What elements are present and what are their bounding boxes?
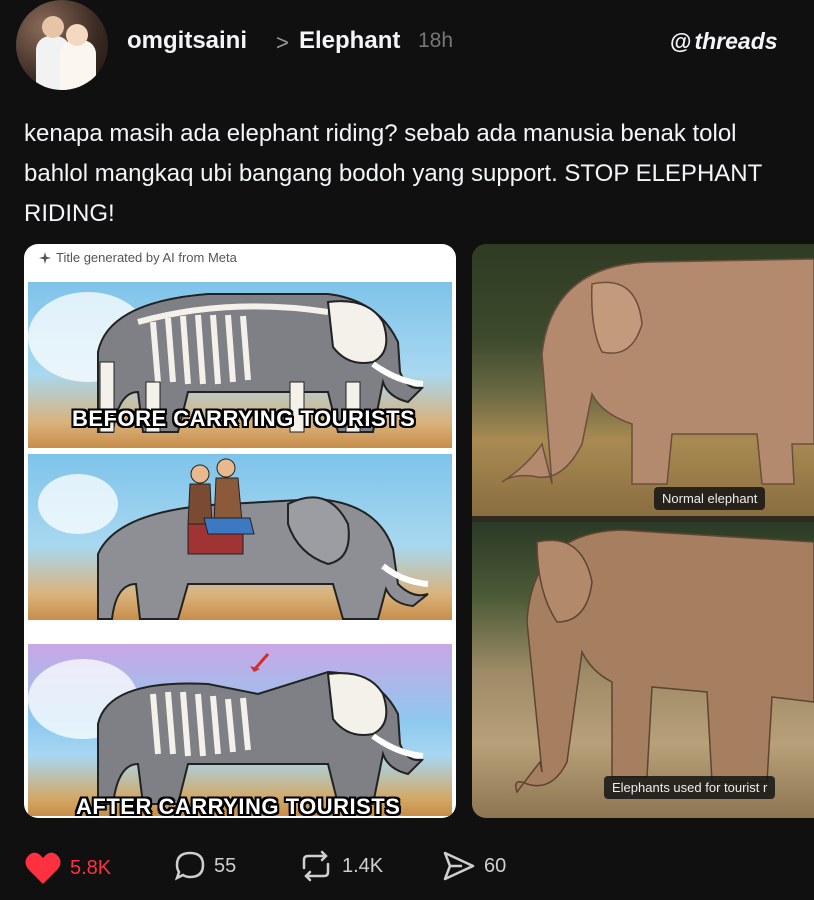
post-timestamp: 18h [418, 29, 454, 52]
comment-icon [174, 851, 205, 881]
ai-title-label: Title generated by AI from Meta [38, 250, 237, 265]
comic-panel-riding [28, 454, 452, 620]
share-button[interactable]: 60 [442, 850, 506, 882]
comic-panel-after: AFTER CARRYING TOURISTS [28, 644, 452, 816]
chevron-right-icon: > [276, 30, 289, 55]
topic-link[interactable]: Elephant [299, 27, 400, 55]
elephant-riding-illustration [97, 458, 429, 620]
comparison-photo[interactable]: Normal elephant Elephants used for touri… [472, 244, 814, 818]
like-count: 5.8K [70, 856, 112, 879]
photo-normal-elephant: Normal elephant [472, 244, 814, 516]
action-bar: 5.8K 55 1.4K 60 [0, 840, 814, 890]
avatar[interactable] [16, 0, 108, 90]
comic-panel-before: BEFORE CARRYING TOURISTS [28, 282, 452, 448]
heart-icon [25, 852, 61, 884]
threads-logo-icon: @ [670, 28, 692, 54]
threads-logo: @ threads [670, 28, 778, 55]
threads-wordmark: threads [694, 28, 778, 54]
caption-after: AFTER CARRYING TOURISTS [76, 794, 401, 816]
ai-title-text: Title generated by AI from Meta [56, 250, 237, 265]
repost-count: 1.4K [342, 854, 384, 877]
like-button[interactable]: 5.8K [24, 850, 111, 886]
caption-tourist-elephant: Elephants used for tourist r [604, 776, 776, 799]
comment-button[interactable]: 55 [174, 850, 236, 882]
meme-image[interactable]: Title generated by AI from Meta BEFORE C… [24, 244, 456, 818]
sparkle-icon [39, 251, 51, 264]
share-count: 60 [484, 854, 507, 877]
comment-count: 55 [214, 854, 237, 877]
repost-button[interactable]: 1.4K [298, 850, 383, 882]
post-body-text: kenapa masih ada elephant riding? sebab … [24, 120, 762, 227]
elephant-skeleton-broken-illustration [97, 653, 424, 805]
caption-before: BEFORE CARRYING TOURISTS [72, 406, 416, 431]
repost-icon [302, 850, 330, 882]
caption-normal-elephant: Normal elephant [654, 487, 766, 510]
media-carousel[interactable]: Title generated by AI from Meta BEFORE C… [24, 244, 814, 818]
thin-elephant-illustration [515, 529, 814, 794]
share-icon [443, 851, 475, 881]
healthy-elephant-illustration [501, 258, 814, 485]
post-header: omgitsaini > Elephant 18h @ threads [0, 0, 814, 90]
photo-tourist-elephant: Elephants used for tourist r [472, 522, 814, 818]
username-link[interactable]: omgitsaini [127, 27, 247, 55]
